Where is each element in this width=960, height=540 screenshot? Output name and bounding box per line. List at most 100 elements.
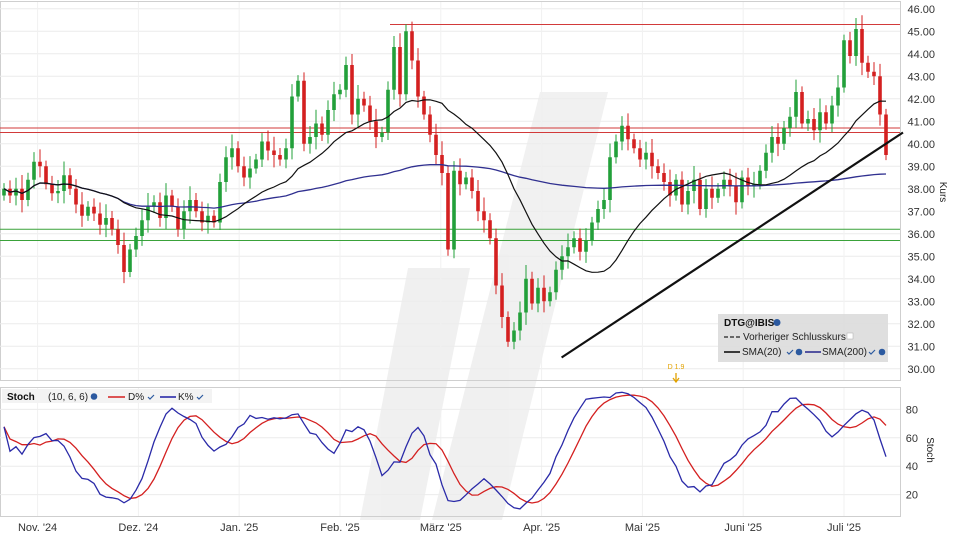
candle-body (608, 157, 612, 200)
candle (308, 125, 312, 154)
candle-body (320, 123, 324, 135)
candle-body (122, 245, 126, 272)
candle-body (92, 206, 96, 214)
candle (218, 173, 222, 230)
event-marker[interactable]: D 1.9 (668, 364, 685, 384)
candle-body (74, 188, 78, 205)
sma200-line (3, 163, 887, 209)
candle-body (332, 94, 336, 110)
candle-body (230, 148, 234, 158)
candle (248, 156, 252, 189)
candle-body (266, 141, 270, 151)
candle-body (20, 188, 24, 200)
d-label: D% (128, 392, 144, 403)
candle (488, 213, 492, 245)
candle-body (800, 92, 804, 124)
candle-body (308, 137, 312, 144)
candle (428, 106, 432, 143)
y-tick-label: 37.00 (907, 206, 935, 218)
y-tick-label: 44.00 (907, 49, 935, 61)
y-tick-label: 43.00 (907, 71, 935, 83)
sma20-settings-icon[interactable] (795, 348, 803, 356)
candle (2, 183, 6, 201)
candle-body (716, 188, 720, 198)
candle-body (146, 206, 150, 221)
legend-sma20: SMA(20) (742, 347, 781, 358)
candle (386, 81, 390, 140)
candle (842, 34, 846, 93)
candle-body (818, 112, 822, 131)
candle (392, 35, 396, 100)
candle (728, 168, 732, 197)
candle-body (824, 112, 828, 124)
price-axis-title: Kurs (937, 182, 948, 203)
prev-close-checkbox[interactable] (846, 332, 854, 340)
candle (470, 169, 474, 199)
candle-body (782, 128, 786, 144)
candle (254, 153, 258, 174)
candle (632, 133, 636, 154)
candle-body (32, 161, 36, 180)
candle (62, 161, 66, 204)
candle-body (290, 96, 294, 149)
candle-body (410, 31, 414, 61)
candle (50, 175, 54, 201)
stoch-tick-label: 80 (906, 404, 918, 416)
sma200-settings-icon[interactable] (878, 348, 886, 356)
candle (320, 116, 324, 142)
candle-body (470, 177, 474, 191)
legend-title-toggle-icon[interactable] (773, 319, 781, 326)
candle-body (356, 98, 360, 115)
candle (662, 163, 666, 191)
chart-window: 30.00 31.00 32.00 33.00 34.00 35.00 36.00 37.00… (0, 0, 960, 540)
candle (104, 204, 108, 238)
y-tick-label: 38.00 (907, 184, 935, 196)
candle-body (674, 179, 678, 196)
candle (878, 63, 882, 126)
candle (380, 126, 384, 143)
candle (398, 33, 402, 107)
candle-body (272, 150, 276, 155)
x-tick-label: Dez. '24 (118, 522, 158, 534)
candle (482, 197, 486, 233)
y-tick-label: 41.00 (907, 116, 935, 128)
candle-body (680, 179, 684, 205)
candle (374, 108, 378, 149)
candle (458, 158, 462, 196)
candle (278, 148, 282, 166)
y-tick-label: 31.00 (907, 341, 935, 353)
candle-body (878, 76, 882, 115)
candle (98, 202, 102, 235)
candle (812, 107, 816, 141)
candle-body (488, 220, 492, 239)
candle (194, 193, 198, 218)
candle-body (242, 166, 246, 178)
candle (32, 152, 36, 189)
candle-body (446, 173, 450, 250)
candle-body (794, 92, 798, 117)
candle (110, 211, 114, 236)
candle-body (170, 195, 174, 207)
candle-body (260, 141, 264, 160)
candle (188, 186, 192, 224)
candle (656, 159, 660, 180)
stoch-tick-label: 60 (906, 433, 918, 445)
y-tick-label: 46.00 (907, 4, 935, 16)
candle (134, 227, 138, 257)
candle-body (464, 177, 468, 185)
candle-body (632, 139, 636, 149)
candle (650, 139, 654, 179)
candle-body (686, 191, 690, 205)
event-marker-label: D 1.9 (668, 364, 685, 371)
x-tick-label: Jan. '25 (220, 522, 258, 534)
y-tick-label: 40.00 (907, 139, 935, 151)
candle-body (662, 173, 666, 182)
candle (356, 85, 360, 127)
candle-body (110, 218, 114, 230)
candle (170, 189, 174, 212)
stoch-settings-icon[interactable] (90, 393, 98, 400)
candle-body (140, 220, 144, 236)
candle-body (620, 125, 624, 142)
candle-body (218, 182, 222, 223)
candle-body (194, 200, 198, 212)
